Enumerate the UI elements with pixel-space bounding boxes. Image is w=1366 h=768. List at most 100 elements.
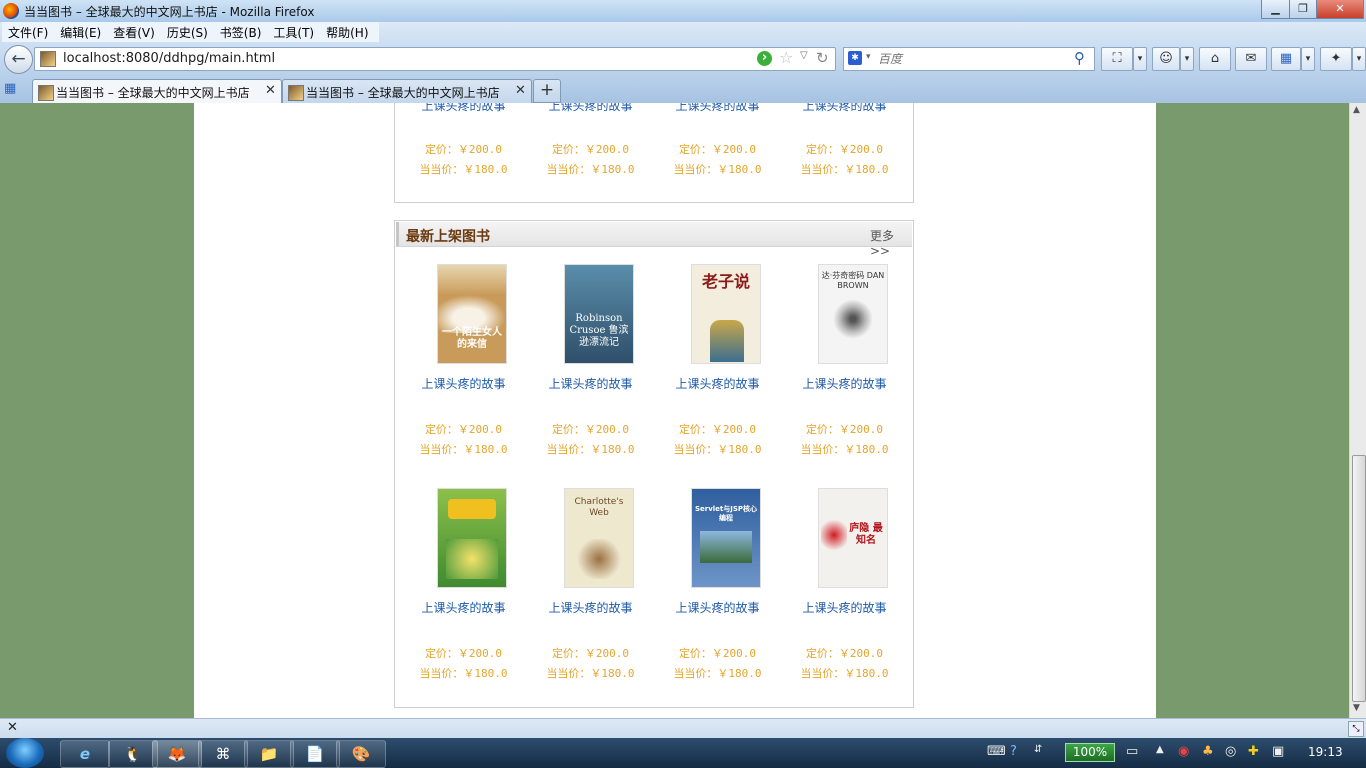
start-button[interactable] <box>6 738 44 768</box>
book-title-link[interactable]: 上课头疼的故事 <box>781 375 908 392</box>
weibo-icon[interactable]: ◉ <box>1178 744 1189 759</box>
menu-tools[interactable]: 工具(T) <box>267 22 320 42</box>
list-price: 定价：￥200.0 <box>424 423 503 436</box>
scroll-up-icon[interactable]: ▲ <box>1353 105 1360 115</box>
search-input[interactable] <box>876 50 1070 68</box>
tab-main-active[interactable]: 当当图书 – 全球最大的中文网上书店 ✕ <box>32 79 282 104</box>
book-cover-image[interactable]: 一个陌生女人的来信 <box>437 264 507 364</box>
display-icon[interactable]: ▣ <box>1272 744 1284 759</box>
tab-close-icon[interactable]: ✕ <box>515 83 526 98</box>
mail-icon[interactable]: ✉ <box>1235 47 1267 71</box>
search-icon[interactable]: ⚲ <box>1074 49 1085 67</box>
book-title-link[interactable]: 上课头疼的故事 <box>654 375 781 392</box>
vertical-scrollbar[interactable]: ▲ ▼ <box>1349 103 1366 718</box>
new-tab-button[interactable]: + <box>533 79 561 103</box>
book-title-link[interactable]: 上课头疼的故事 <box>400 375 527 392</box>
book-section-top: 上课头疼的故事 定价：￥200.0 当当价：￥180.0 上课头疼的故事 定价：… <box>394 103 914 203</box>
tray-plus-icon[interactable]: ✚ <box>1248 744 1259 759</box>
search-bar[interactable]: ✱ ▾ ⚲ <box>843 47 1095 71</box>
book-title-link[interactable]: 上课头疼的故事 <box>654 599 781 616</box>
qq-icon[interactable]: 🐧 <box>108 740 158 768</box>
tab-favicon-icon <box>288 85 304 101</box>
tab-groups-icon[interactable]: ▦ <box>4 81 26 99</box>
paint-icon[interactable]: 🎨 <box>336 740 386 768</box>
search-engine-icon[interactable]: ✱ <box>848 51 862 65</box>
more-link[interactable]: 更多>> <box>870 227 912 258</box>
minimize-button[interactable]: ▁ <box>1261 0 1290 19</box>
home-icon[interactable]: ⌂ <box>1199 47 1231 71</box>
reload-icon[interactable]: ↻ <box>816 49 829 67</box>
book-cover-image[interactable]: 老子说 <box>691 264 761 364</box>
book-title-link[interactable]: 上课头疼的故事 <box>527 103 654 114</box>
back-button[interactable]: ← <box>4 45 33 74</box>
screenshot-tool-icon[interactable]: ⛶ <box>1101 47 1133 71</box>
addon-smiley-icon[interactable]: ☺ <box>1152 47 1180 71</box>
qq-tray-icon[interactable]: ♣ <box>1202 744 1214 759</box>
addon-bar: ✕ ⤡ <box>0 718 1366 739</box>
tab-favicon-icon <box>38 85 54 101</box>
url-text[interactable]: localhost:8080/ddhpg/main.html <box>63 51 275 66</box>
dangdang-price: 当当价：￥180.0 <box>546 667 635 680</box>
new-books-section: 最新上架图书 更多>> 一个陌生女人的来信 上课头疼的故事 定价：￥200.0 … <box>394 220 914 708</box>
eclipse-icon[interactable]: ⌘ <box>198 740 248 768</box>
menu-history[interactable]: 历史(S) <box>161 22 214 42</box>
apps-grid-icon[interactable]: ▦ <box>1271 47 1301 71</box>
section-header: 最新上架图书 更多>> <box>396 222 912 258</box>
book-cover-image[interactable]: Robinson Crusoe 鲁滨逊漂流记 <box>564 264 634 364</box>
book-cover-image[interactable] <box>437 488 507 588</box>
menu-edit[interactable]: 编辑(E) <box>54 22 107 42</box>
scroll-down-icon[interactable]: ▼ <box>1353 703 1360 713</box>
apps-dropdown-icon[interactable]: ▾ <box>1301 47 1315 71</box>
book-cover-image[interactable]: 庐隐 最知名 <box>818 488 888 588</box>
book-title-link[interactable]: 上课头疼的故事 <box>654 103 781 114</box>
addon-dropdown-icon[interactable]: ▾ <box>1180 47 1194 71</box>
menu-help[interactable]: 帮助(H) <box>320 22 374 42</box>
book-title-link[interactable]: 上课头疼的故事 <box>527 375 654 392</box>
notepad-icon[interactable]: 📄 <box>290 740 340 768</box>
book-title-link[interactable]: 上课头疼的故事 <box>527 599 654 616</box>
explorer-folder-icon[interactable]: 📁 <box>244 740 294 768</box>
tab-main-inactive[interactable]: 当当图书 – 全球最大的中文网上书店 ✕ <box>282 79 532 104</box>
firefox-logo-icon <box>3 3 19 19</box>
menu-view[interactable]: 查看(V) <box>107 22 161 42</box>
zoom-level-indicator[interactable]: 100% <box>1065 743 1115 762</box>
book-cover-image[interactable]: Charlotte's Web <box>564 488 634 588</box>
dangdang-price: 当当价：￥180.0 <box>800 443 889 456</box>
addon2-dropdown-icon[interactable]: ▾ <box>1352 47 1366 71</box>
ie-icon[interactable]: e <box>60 740 110 768</box>
network-icon[interactable]: ▭ <box>1126 744 1138 759</box>
maximize-button[interactable]: ❐ <box>1289 0 1317 19</box>
keyboard-icon[interactable]: ⌨ <box>987 744 1006 759</box>
history-dropdown-icon[interactable]: ▽ <box>800 50 808 61</box>
resize-grip-icon[interactable]: ⤡ <box>1348 721 1364 737</box>
help-icon[interactable]: ? <box>1010 744 1017 759</box>
tab-close-icon[interactable]: ✕ <box>265 83 276 98</box>
addon-bar-close-icon[interactable]: ✕ <box>7 720 18 735</box>
section-title: 最新上架图书 <box>406 229 490 245</box>
bookmark-star-icon[interactable]: ☆ <box>779 48 793 67</box>
window-title: 当当图书 – 全球最大的中文网上书店 - Mozilla Firefox <box>24 5 315 19</box>
dangdang-price: 当当价：￥180.0 <box>546 443 635 456</box>
book-title-link[interactable]: 上课头疼的故事 <box>400 103 527 114</box>
scrollbar-thumb[interactable] <box>1352 455 1366 702</box>
book-title-link[interactable]: 上课头疼的故事 <box>781 599 908 616</box>
close-window-button[interactable]: ✕ <box>1316 0 1364 19</box>
show-hidden-icons[interactable]: ▲ <box>1156 744 1164 755</box>
addon-bird-icon[interactable]: ✦ <box>1320 47 1352 71</box>
go-arrow-icon[interactable]: › <box>757 51 772 66</box>
book-title-link[interactable]: 上课头疼的故事 <box>400 599 527 616</box>
screenshot-dropdown-icon[interactable]: ▾ <box>1133 47 1147 71</box>
window-titlebar[interactable]: 当当图书 – 全球最大的中文网上书店 - Mozilla Firefox ▁ ❐… <box>0 0 1366 22</box>
menu-bookmarks[interactable]: 书签(B) <box>214 22 268 42</box>
book-title-link[interactable]: 上课头疼的故事 <box>781 103 908 114</box>
ime-icon[interactable]: ⇵ <box>1034 744 1042 755</box>
firefox-task-icon[interactable]: 🦊 <box>152 740 202 768</box>
book-cover-image[interactable]: Servlet与JSP核心编程 <box>691 488 761 588</box>
header-accent-bar <box>396 222 399 246</box>
dangdang-price: 当当价：￥180.0 <box>800 163 889 176</box>
menu-file[interactable]: 文件(F) <box>2 22 54 42</box>
engine-dropdown-icon[interactable]: ▾ <box>866 52 871 62</box>
tray-app-icon[interactable]: ◎ <box>1225 744 1236 759</box>
book-cover-image[interactable]: 达·芬奇密码 DAN BROWN <box>818 264 888 364</box>
url-bar[interactable]: localhost:8080/ddhpg/main.html › ☆ ▽ ↻ <box>34 47 836 71</box>
